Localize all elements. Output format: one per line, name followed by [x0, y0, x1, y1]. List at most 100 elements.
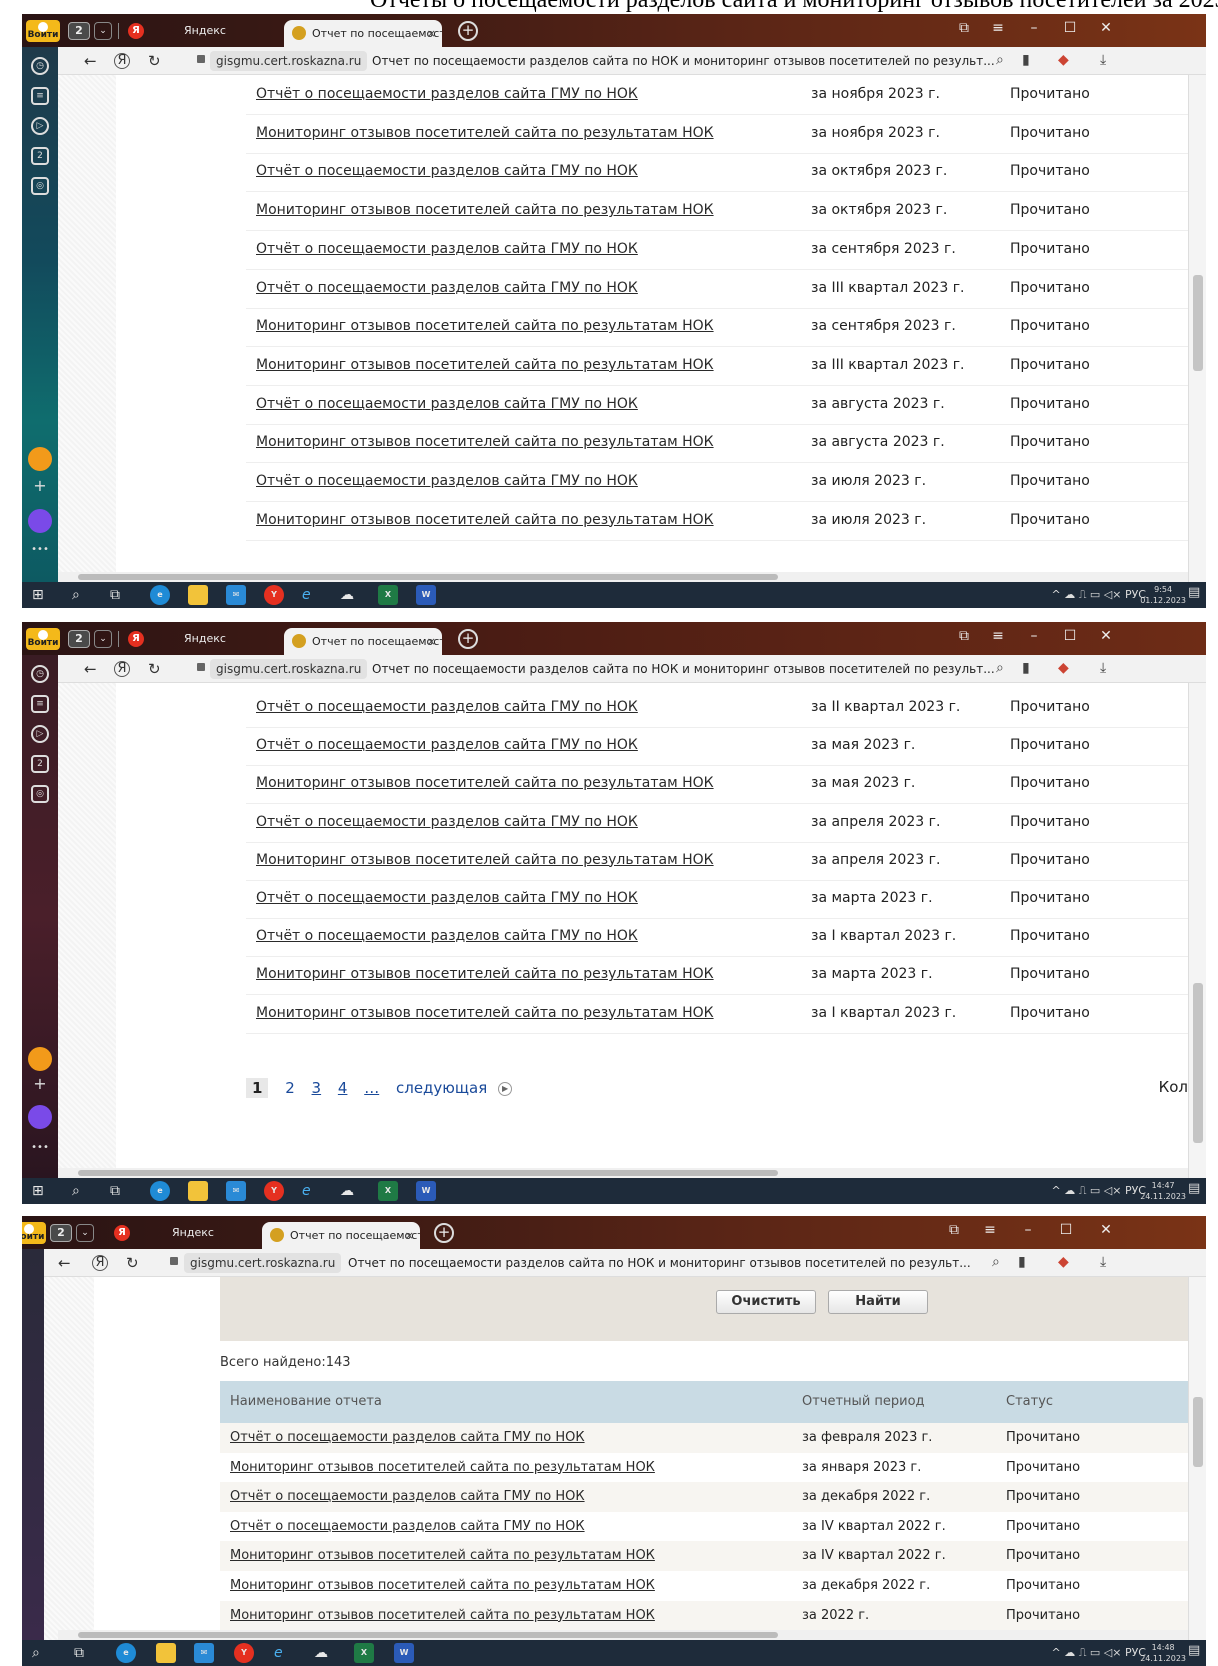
history-icon[interactable]: ◷ [31, 57, 49, 75]
page-2[interactable]: 2 [285, 1079, 295, 1097]
yandex-logo-icon[interactable]: Я [128, 23, 144, 39]
clock[interactable]: 14:47 24.11.2023 [1140, 1180, 1186, 1202]
history-icon[interactable]: ◷ [31, 665, 49, 683]
screenshot-icon[interactable]: ◎ [31, 785, 49, 803]
tab-count-badge[interactable]: 2 [50, 1224, 72, 1242]
report-name-link[interactable]: Мониторинг отзывов посетителей сайта по … [256, 775, 714, 791]
scroll-thumb-h[interactable] [78, 1170, 778, 1176]
menu-icon[interactable]: ≡ [986, 626, 1010, 647]
play-next-icon[interactable]: ▶ [498, 1081, 513, 1096]
menu-icon[interactable]: ≡ [978, 1220, 1002, 1241]
excel-icon[interactable]: X [378, 585, 398, 605]
page-ellipsis[interactable]: … [364, 1079, 379, 1097]
word-icon[interactable]: W [416, 585, 436, 605]
extension-icon[interactable]: ◆ [1058, 660, 1069, 676]
report-name-link[interactable]: Отчёт о посещаемости разделов сайта ГМУ … [256, 699, 638, 715]
ie-icon[interactable]: e [274, 1643, 283, 1663]
app-icon[interactable]: ☁ [340, 585, 354, 605]
search-icon[interactable]: ⌕ [32, 1643, 40, 1663]
vertical-scrollbar[interactable] [1188, 1277, 1206, 1640]
close-window-icon[interactable]: ✕ [1094, 626, 1118, 647]
yandex-browser-icon[interactable]: Y [264, 585, 284, 605]
report-name-link[interactable]: Отчёт о посещаемости разделов сайта ГМУ … [256, 473, 638, 489]
edge-icon[interactable]: e [150, 585, 170, 605]
more-icon[interactable]: ••• [31, 543, 49, 561]
report-name-link[interactable]: Отчёт о посещаемости разделов сайта ГМУ … [256, 163, 638, 179]
tab-close-icon[interactable]: × [427, 628, 436, 655]
report-name-link[interactable]: Отчёт о посещаемости разделов сайта ГМУ … [256, 280, 638, 296]
scroll-thumb[interactable] [1193, 275, 1203, 371]
minimize-icon[interactable]: – [1022, 18, 1046, 39]
screenshot-icon[interactable]: ◎ [31, 177, 49, 195]
login-button[interactable]: Войти [26, 628, 60, 650]
back-arrow-icon[interactable]: ← [84, 660, 97, 678]
yandex-home-icon[interactable]: Я [114, 53, 130, 69]
yandex-home-icon[interactable]: Я [114, 661, 130, 677]
report-name-link[interactable]: Мониторинг отзывов посетителей сайта по … [256, 966, 714, 982]
new-tab-plus-icon[interactable]: + [458, 21, 478, 41]
play-icon[interactable]: ▷ [31, 725, 49, 743]
new-tab-plus-icon[interactable]: + [458, 629, 478, 649]
tab-active-report[interactable]: Отчет по посещаемост × [284, 20, 442, 47]
tab-count-badge[interactable]: 2 [68, 22, 90, 40]
tab-close-icon[interactable]: × [427, 20, 436, 47]
minimize-icon[interactable]: – [1016, 1220, 1040, 1241]
chevron-down-icon[interactable]: ⌄ [94, 22, 112, 40]
tab-yandex[interactable]: Яндекс [184, 628, 274, 649]
next-page-link[interactable]: следующая [396, 1079, 487, 1097]
url-field[interactable]: gisgmu.cert.roskazna.ru [210, 51, 368, 71]
report-name-link[interactable]: Отчёт о посещаемости разделов сайта ГМУ … [230, 1489, 585, 1504]
explorer-icon[interactable] [188, 585, 208, 605]
explorer-icon[interactable] [188, 1181, 208, 1201]
extension-icon[interactable]: ◆ [1058, 52, 1069, 68]
vertical-scrollbar[interactable] [1188, 75, 1206, 582]
tabs-2-icon[interactable]: 2 [31, 755, 49, 773]
word-icon[interactable]: W [394, 1643, 414, 1663]
alice-icon[interactable] [28, 509, 52, 533]
yandex-browser-icon[interactable]: Y [234, 1643, 254, 1663]
download-icon[interactable]: ⤓ [1100, 660, 1106, 676]
mail-app-icon[interactable] [28, 447, 52, 471]
mail-app-icon[interactable] [28, 1047, 52, 1071]
maximize-icon[interactable]: ☐ [1054, 1220, 1078, 1241]
notification-icon[interactable]: ▤ [1188, 585, 1204, 603]
report-name-link[interactable]: Мониторинг отзывов посетителей сайта по … [256, 852, 714, 868]
column-header-name[interactable]: Наименование отчета [230, 1394, 382, 1409]
report-name-link[interactable]: Мониторинг отзывов посетителей сайта по … [230, 1608, 655, 1623]
collections-icon[interactable]: ⧉ [952, 626, 976, 647]
task-view-icon[interactable]: ⧉ [110, 585, 120, 605]
extension-icon[interactable]: ◆ [1058, 1254, 1069, 1270]
page-3[interactable]: 3 [312, 1079, 322, 1097]
system-tray[interactable]: ^ ☁ ⎍ ▭ ◁× РУС [1051, 1644, 1146, 1662]
windows-start-icon[interactable]: ⊞ [32, 585, 44, 605]
clear-button[interactable]: Очистить [716, 1290, 816, 1314]
report-name-link[interactable]: Мониторинг отзывов посетителей сайта по … [230, 1460, 655, 1475]
mail-icon[interactable]: ✉ [194, 1643, 214, 1663]
tabs-2-icon[interactable]: 2 [31, 147, 49, 165]
yandex-browser-icon[interactable]: Y [264, 1181, 284, 1201]
report-name-link[interactable]: Отчёт о посещаемости разделов сайта ГМУ … [230, 1519, 585, 1534]
bookmark-icon[interactable]: ▮ [1018, 1254, 1026, 1270]
notes-icon[interactable]: ≡ [31, 87, 49, 105]
login-button[interactable]: Войти [26, 20, 60, 42]
new-tab-plus-icon[interactable]: + [434, 1223, 454, 1243]
reload-icon[interactable]: ↻ [126, 1254, 139, 1272]
yandex-logo-icon[interactable]: Я [114, 1225, 130, 1241]
report-name-link[interactable]: Отчёт о посещаемости разделов сайта ГМУ … [256, 890, 638, 906]
maximize-icon[interactable]: ☐ [1058, 626, 1082, 647]
task-view-icon[interactable]: ⧉ [110, 1181, 120, 1201]
edge-icon[interactable]: e [116, 1643, 136, 1663]
report-name-link[interactable]: Мониторинг отзывов посетителей сайта по … [256, 1005, 714, 1021]
search-icon[interactable]: ⌕ [72, 1181, 80, 1201]
clock[interactable]: 14:48 24.11.2023 [1140, 1642, 1186, 1664]
yandex-logo-icon[interactable]: Я [128, 631, 144, 647]
search-icon[interactable]: ⌕ [996, 660, 1004, 676]
tab-close-icon[interactable]: × [405, 1222, 414, 1249]
scroll-thumb-h[interactable] [78, 574, 778, 580]
report-name-link[interactable]: Мониторинг отзывов посетителей сайта по … [256, 434, 714, 450]
report-name-link[interactable]: Отчёт о посещаемости разделов сайта ГМУ … [256, 86, 638, 102]
horizontal-scrollbar[interactable] [58, 1630, 1188, 1640]
report-name-link[interactable]: Мониторинг отзывов посетителей сайта по … [230, 1548, 655, 1563]
report-name-link[interactable]: Мониторинг отзывов посетителей сайта по … [256, 202, 714, 218]
horizontal-scrollbar[interactable] [58, 1168, 1188, 1178]
